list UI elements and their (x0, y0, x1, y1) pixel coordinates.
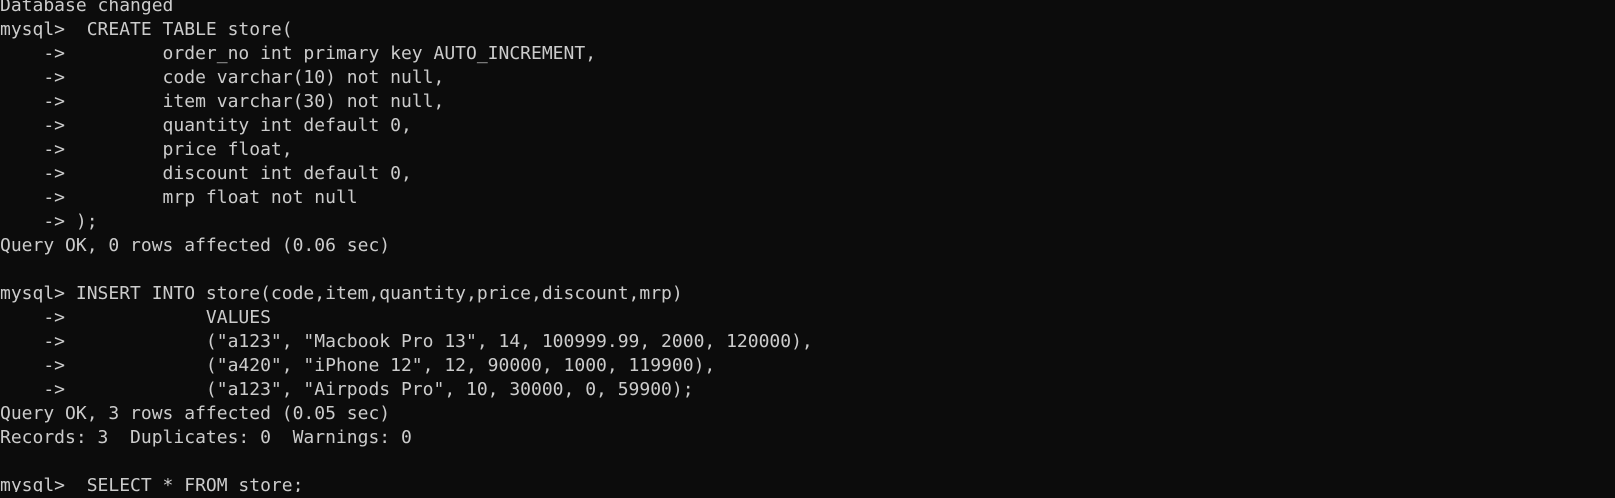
prompt-line-select[interactable]: mysql> SELECT * FROM store; (0, 474, 1615, 492)
continuation-line: -> discount int default 0, (0, 163, 412, 184)
continuation-line: -> item varchar(30) not null, (0, 91, 445, 112)
continuation-line: -> ); (0, 211, 98, 232)
terminal-window[interactable]: Database changed mysql> CREATE TABLE sto… (0, 0, 1615, 492)
continuation-line: -> ("a123", "Airpods Pro", 10, 30000, 0,… (0, 379, 694, 400)
output-line-query-ok: Query OK, 0 rows affected (0.06 sec) (0, 235, 391, 256)
output-line-query-ok: Query OK, 3 rows affected (0.05 sec) (0, 403, 391, 424)
continuation-line: -> VALUES (0, 307, 271, 328)
continuation-line: -> mrp float not null (0, 187, 358, 208)
continuation-line: -> order_no int primary key AUTO_INCREME… (0, 43, 597, 64)
continuation-line: -> ("a420", "iPhone 12", 12, 90000, 1000… (0, 355, 716, 376)
continuation-line: -> ("a123", "Macbook Pro 13", 14, 100999… (0, 331, 813, 352)
continuation-line: -> code varchar(10) not null, (0, 67, 445, 88)
continuation-line: -> price float, (0, 139, 293, 160)
prompt-line-insert: mysql> INSERT INTO store(code,item,quant… (0, 283, 683, 304)
output-line-database-changed: Database changed (0, 0, 174, 16)
continuation-line: -> quantity int default 0, (0, 115, 412, 136)
prompt-line-create-table: mysql> CREATE TABLE store( (0, 19, 293, 40)
output-line-records: Records: 3 Duplicates: 0 Warnings: 0 (0, 427, 412, 448)
